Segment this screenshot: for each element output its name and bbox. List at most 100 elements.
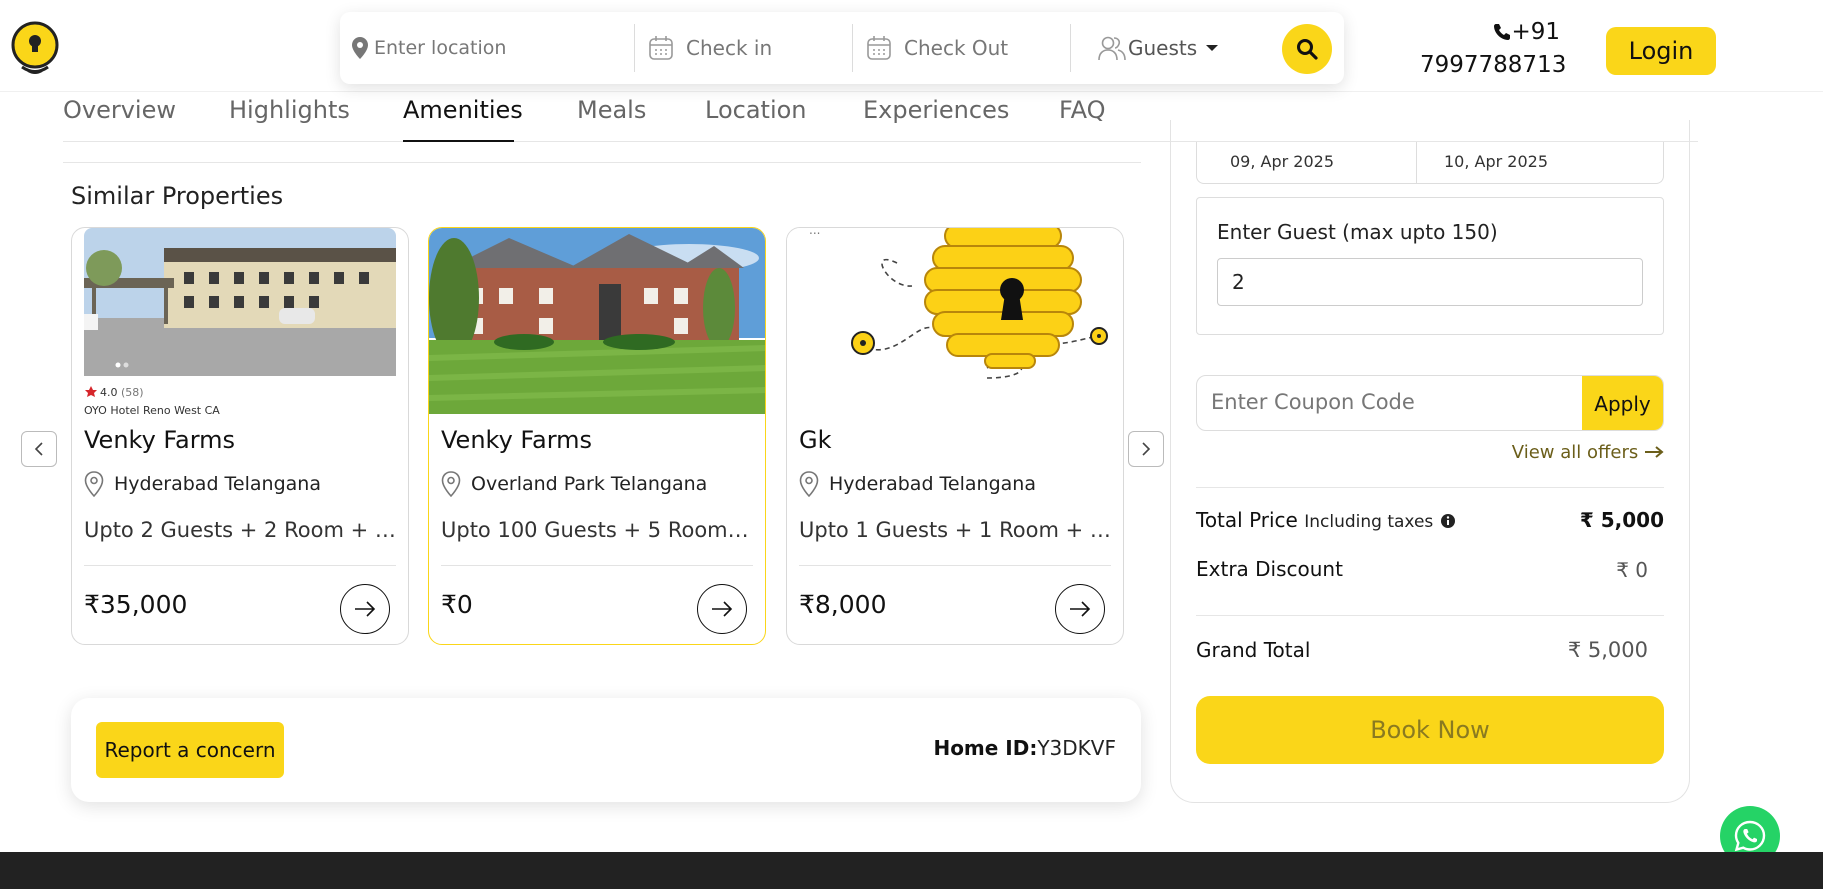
property-card[interactable]: 4.0 (58) OYO Hotel Reno West CA Venky Fa…: [71, 227, 409, 645]
property-location: Hyderabad Telangana: [799, 471, 1036, 497]
location-text: Hyderabad Telangana: [114, 473, 321, 495]
arrow-right-icon: [355, 601, 376, 617]
search-icon: [1297, 39, 1318, 60]
phone-number: 7997788713: [1420, 52, 1567, 78]
property-capacity: Upto 1 Guests + 1 Room + 1 Bath: [799, 518, 1111, 542]
card-divider: [441, 565, 753, 566]
logo[interactable]: [8, 20, 62, 76]
chevron-left-icon: [34, 442, 43, 456]
report-section: Report a concern Home ID:Y3DKVF: [71, 698, 1141, 802]
coupon-field: Enter Coupon Code Apply: [1196, 375, 1664, 431]
property-card[interactable]: ... Gk Hyderabad Telangana Upto 1 Guests…: [786, 227, 1124, 645]
check-out-label: Check Out: [904, 36, 1009, 60]
image-reviews: (58): [121, 386, 144, 399]
search-divider: [852, 24, 853, 72]
beehive-placeholder-image: ...: [809, 228, 1108, 379]
guest-label: Enter Guest (max upto 150): [1217, 220, 1498, 244]
similar-properties-title: Similar Properties: [71, 182, 284, 210]
total-price-label: Total Price Including taxes: [1196, 508, 1456, 532]
tab-faq[interactable]: FAQ: [1059, 96, 1106, 124]
map-pin-icon: [799, 471, 819, 497]
report-concern-button[interactable]: Report a concern: [96, 722, 284, 778]
location-field[interactable]: Enter location: [352, 24, 506, 72]
info-icon[interactable]: [1440, 513, 1456, 529]
arrow-right-icon: [1645, 446, 1664, 458]
check-out-date[interactable]: 10, Apr 2025: [1444, 152, 1548, 171]
image-caption: OYO Hotel Reno West CA: [84, 404, 220, 414]
property-image: [429, 228, 765, 414]
view-all-offers-link[interactable]: View all offers: [1400, 442, 1664, 463]
location-text: Hyderabad Telangana: [829, 473, 1036, 495]
price-divider: [1196, 615, 1664, 616]
search-bar: Enter location Check in Check Out Guests: [340, 12, 1344, 84]
check-out-field[interactable]: Check Out: [866, 24, 1008, 72]
check-in-field[interactable]: Check in: [648, 24, 772, 72]
extra-discount-label: Extra Discount: [1196, 557, 1343, 581]
property-price: ₹8,000: [799, 590, 887, 619]
calendar-icon: [867, 36, 891, 60]
whatsapp-icon: [1734, 820, 1766, 852]
check-in-date[interactable]: 09, Apr 2025: [1230, 152, 1334, 171]
header: Enter location Check in Check Out Guests…: [0, 0, 1823, 92]
book-now-button[interactable]: Book Now: [1196, 696, 1664, 764]
property-name: Gk: [799, 426, 832, 454]
tab-highlights[interactable]: Highlights: [229, 96, 350, 124]
property-image: 4.0 (58) OYO Hotel Reno West CA: [84, 228, 396, 414]
property-card[interactable]: Venky Farms Overland Park Telangana Upto…: [428, 227, 766, 645]
tab-location[interactable]: Location: [705, 96, 807, 124]
card-divider: [799, 565, 1111, 566]
property-image: ...: [787, 228, 1123, 414]
footer: [0, 852, 1823, 889]
tab-amenities[interactable]: Amenities: [403, 96, 523, 124]
map-pin-icon: [84, 471, 104, 497]
price-divider: [1196, 487, 1664, 488]
view-property-button[interactable]: [1055, 584, 1105, 634]
contact-phone[interactable]: +91 7997788713: [1420, 16, 1567, 82]
extra-discount-value: ₹ 0: [1616, 558, 1648, 582]
total-price-value: ₹ 5,000: [1579, 508, 1664, 532]
view-offers-label: View all offers: [1511, 442, 1639, 463]
tab-meals[interactable]: Meals: [577, 96, 646, 124]
chevron-right-icon: [1142, 442, 1151, 456]
property-price: ₹35,000: [84, 590, 188, 619]
arrow-right-icon: [712, 601, 733, 617]
users-icon: [1098, 36, 1126, 61]
property-price: ₹0: [441, 590, 473, 619]
property-location: Overland Park Telangana: [441, 471, 707, 497]
home-id: Home ID:Y3DKVF: [933, 736, 1116, 760]
bee-logo-icon: [11, 21, 59, 74]
property-name: Venky Farms: [84, 426, 236, 454]
check-in-label: Check in: [686, 36, 773, 60]
grand-total-label: Grand Total: [1196, 638, 1311, 662]
location-text: Overland Park Telangana: [471, 473, 708, 495]
tab-experiences[interactable]: Experiences: [863, 96, 1009, 124]
login-button[interactable]: Login: [1606, 27, 1716, 75]
total-sublabel: Including taxes: [1304, 512, 1434, 532]
date-divider: [1416, 142, 1417, 184]
apply-coupon-button[interactable]: Apply: [1582, 376, 1663, 430]
carousel-next-button[interactable]: [1128, 431, 1164, 467]
map-pin-icon: [441, 471, 461, 497]
total-label: Total Price: [1196, 508, 1298, 532]
view-property-button[interactable]: [340, 584, 390, 634]
carousel-prev-button[interactable]: [21, 431, 57, 467]
guests-dropdown[interactable]: Guests: [1098, 24, 1219, 72]
search-button[interactable]: [1282, 24, 1332, 74]
property-name: Venky Farms: [441, 426, 593, 454]
guest-count-input[interactable]: 2: [1217, 258, 1643, 306]
coupon-input[interactable]: Enter Coupon Code: [1211, 390, 1415, 414]
map-pin-icon: [352, 37, 368, 59]
view-property-button[interactable]: [697, 584, 747, 634]
home-id-value: Y3DKVF: [1037, 736, 1116, 760]
guest-box: Enter Guest (max upto 150) 2: [1196, 197, 1664, 335]
tab-overview[interactable]: Overview: [63, 96, 176, 124]
caret-down-icon: [1206, 45, 1219, 51]
grand-total-value: ₹ 5,000: [1567, 638, 1648, 662]
section-divider: [63, 162, 1141, 163]
calendar-icon: [649, 36, 673, 60]
guests-label: Guests: [1128, 36, 1198, 60]
apartments-photo: [429, 228, 765, 414]
active-tab-indicator: [403, 140, 514, 142]
search-divider: [1070, 24, 1071, 72]
property-location: Hyderabad Telangana: [84, 471, 321, 497]
